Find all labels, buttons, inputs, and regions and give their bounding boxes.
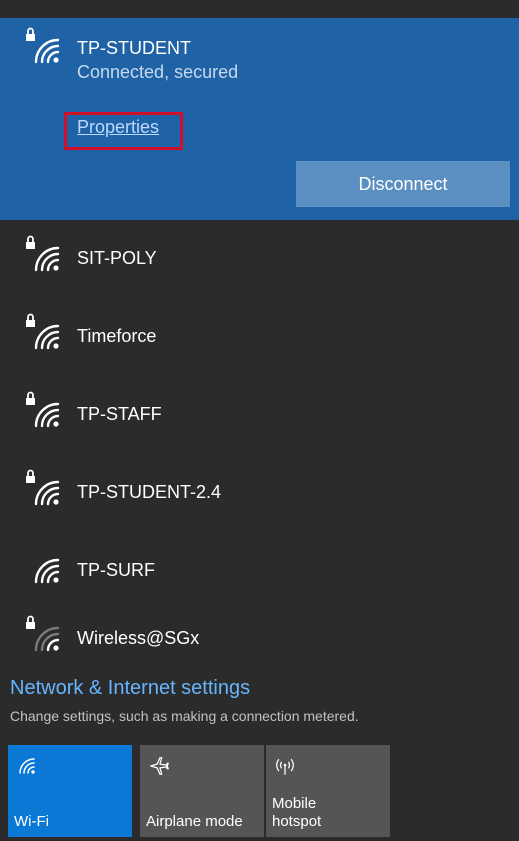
network-list-item[interactable]: TP-STUDENT-2.4 bbox=[0, 454, 519, 532]
network-name: TP-STUDENT-2.4 bbox=[77, 482, 222, 502]
properties-link[interactable]: Properties bbox=[77, 117, 159, 138]
network-list-item[interactable]: TP-SURF bbox=[0, 532, 519, 610]
network-name: TP-STAFF bbox=[77, 404, 162, 424]
network-settings-description: Change settings, such as making a connec… bbox=[10, 708, 359, 724]
network-list-item[interactable]: Wireless@SGx bbox=[0, 600, 519, 678]
network-name: Timeforce bbox=[77, 326, 157, 346]
tile-label: Mobile hotspot bbox=[272, 795, 322, 830]
connected-network-name: TP-STUDENT bbox=[77, 38, 191, 58]
network-name: Wireless@SGx bbox=[77, 628, 200, 648]
network-settings-link[interactable]: Network & Internet settings bbox=[10, 677, 250, 700]
wifi-open-icon bbox=[22, 546, 66, 590]
disconnect-button[interactable]: Disconnect bbox=[296, 161, 510, 207]
wifi-toggle-tile[interactable]: Wi-Fi bbox=[8, 745, 132, 837]
connection-status: Connected, secured bbox=[77, 62, 239, 82]
mobile-hotspot-tile[interactable]: Mobile hotspot bbox=[266, 745, 390, 837]
wifi-icon bbox=[16, 755, 38, 782]
quick-actions: Wi-Fi Airplane mode Mobile hotspot bbox=[8, 745, 518, 837]
network-list-item[interactable]: Timeforce bbox=[0, 298, 519, 376]
wifi-secured-icon bbox=[22, 312, 66, 356]
airplane-icon bbox=[148, 755, 170, 782]
tile-label: Wi-Fi bbox=[14, 813, 49, 830]
wifi-secured-icon bbox=[22, 468, 66, 512]
wifi-secured-icon bbox=[22, 26, 66, 70]
connected-network-panel[interactable]: TP-STUDENT Connected, secured Properties… bbox=[0, 18, 519, 220]
wifi-weak-secured-icon bbox=[22, 614, 66, 658]
wifi-secured-icon bbox=[22, 390, 66, 434]
tile-label: Airplane mode bbox=[146, 813, 243, 830]
network-list-item[interactable]: TP-STAFF bbox=[0, 376, 519, 454]
hotspot-icon bbox=[274, 755, 296, 782]
airplane-mode-tile[interactable]: Airplane mode bbox=[140, 745, 264, 837]
network-name: SIT-POLY bbox=[77, 248, 157, 268]
network-name: TP-SURF bbox=[77, 560, 155, 580]
network-list-item[interactable]: SIT-POLY bbox=[0, 220, 519, 298]
panel-top-strip bbox=[0, 0, 519, 18]
wifi-secured-icon bbox=[22, 234, 66, 278]
